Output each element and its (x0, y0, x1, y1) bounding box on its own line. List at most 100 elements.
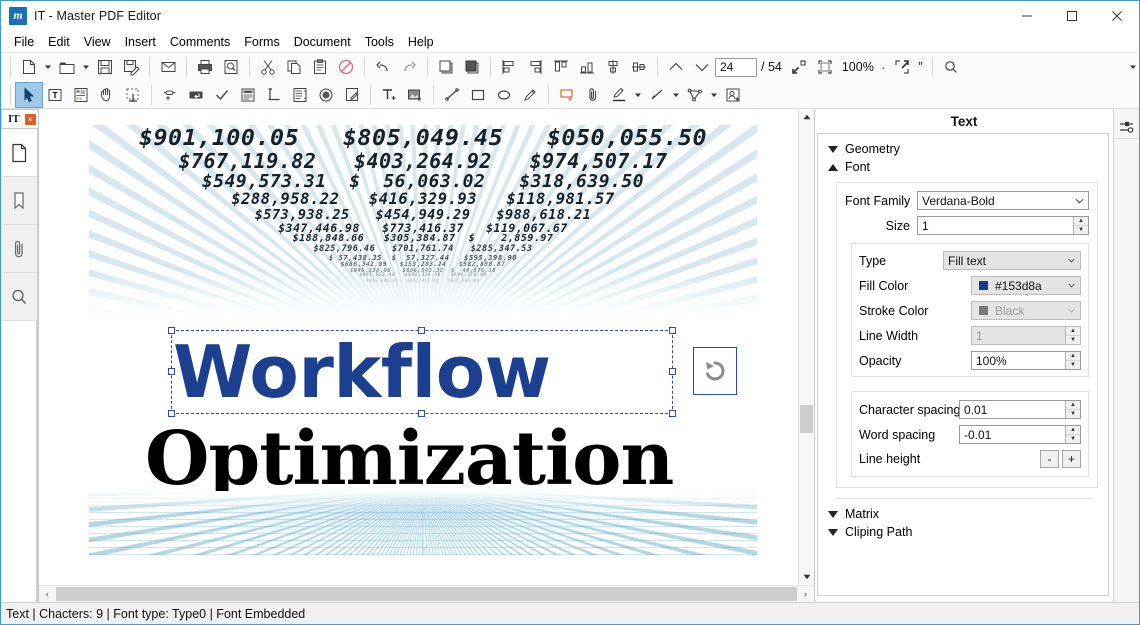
rotate-handle-button[interactable] (693, 347, 737, 395)
stepper-up-icon[interactable]: ▲ (1066, 426, 1080, 435)
zoom-level-label[interactable]: 100% (838, 60, 878, 74)
stepper-down-icon[interactable]: ▼ (1066, 360, 1080, 369)
previous-page-icon[interactable] (663, 55, 689, 79)
arrow-icon[interactable] (644, 83, 670, 107)
vertical-scroll-thumb[interactable] (800, 405, 813, 433)
radio-button-icon[interactable] (313, 83, 339, 107)
checkbox-field-icon[interactable] (209, 83, 235, 107)
text-box-icon[interactable] (554, 83, 580, 107)
highlight-dropdown-icon[interactable] (632, 83, 644, 107)
fullscreen-icon[interactable] (889, 55, 915, 79)
print-icon[interactable] (192, 55, 218, 79)
close-button[interactable] (1094, 1, 1139, 31)
pdf-page[interactable]: $901,100.05 $805,049.45 $050,055.50 $767… (89, 125, 757, 555)
open-dropdown-icon[interactable] (80, 55, 92, 79)
line-height-increase-button[interactable]: + (1062, 450, 1081, 468)
character-spacing-stepper[interactable]: ▲ ▼ (1065, 401, 1080, 418)
headline-optimization[interactable]: Optimization (145, 417, 674, 501)
ellipse-icon[interactable] (491, 83, 517, 107)
link-icon[interactable] (157, 83, 183, 107)
toolbar-overflow-icon[interactable] (1127, 55, 1139, 79)
section-font[interactable]: Font (818, 158, 1108, 176)
line-icon[interactable] (439, 83, 465, 107)
scroll-up-arrow[interactable] (799, 109, 815, 125)
quote-button[interactable]: ” (915, 60, 927, 74)
font-size-stepper[interactable]: ▲ ▼ (1073, 217, 1088, 234)
character-spacing-spinbox[interactable]: 0.01 ▲ ▼ (959, 400, 1081, 419)
vertical-scrollbar[interactable] (798, 109, 814, 585)
align-center-horizontal-icon[interactable] (626, 55, 652, 79)
menu-help[interactable]: Help (401, 33, 441, 51)
next-page-icon[interactable] (689, 55, 715, 79)
polygon-dropdown-icon[interactable] (708, 83, 720, 107)
add-image-icon[interactable] (402, 83, 428, 107)
menu-file[interactable]: File (7, 33, 41, 51)
type-combobox[interactable]: Fill text (943, 251, 1081, 270)
scroll-left-arrow[interactable]: ‹ (39, 586, 56, 603)
snapshot-icon[interactable] (120, 83, 146, 107)
menu-forms[interactable]: Forms (237, 33, 286, 51)
opacity-spinbox[interactable]: 100% ▲ ▼ (971, 351, 1081, 370)
chevron-down-icon[interactable] (1071, 192, 1088, 209)
new-document-dropdown-icon[interactable] (42, 55, 54, 79)
undo-icon[interactable] (370, 55, 396, 79)
align-top-icon[interactable] (548, 55, 574, 79)
hand-tool-icon[interactable] (94, 83, 120, 107)
align-right-icon[interactable] (522, 55, 548, 79)
pencil-icon[interactable] (517, 83, 543, 107)
stepper-down-icon[interactable]: ▼ (1074, 225, 1088, 234)
add-text-icon[interactable] (376, 83, 402, 107)
menu-insert[interactable]: Insert (118, 33, 163, 51)
menu-comments[interactable]: Comments (163, 33, 237, 51)
font-family-combobox[interactable]: Verdana-Bold (917, 191, 1089, 210)
zoom-fit-width-icon[interactable] (812, 55, 838, 79)
stamp-icon[interactable] (720, 83, 746, 107)
page-canvas[interactable]: $901,100.05 $805,049.45 $050,055.50 $767… (39, 109, 798, 585)
sidebar-item-attachments[interactable] (1, 225, 37, 273)
zoom-fit-page-icon[interactable] (786, 55, 812, 79)
align-center-vertical-icon[interactable] (600, 55, 626, 79)
scroll-right-arrow[interactable]: › (797, 586, 814, 603)
print-preview-icon[interactable] (218, 55, 244, 79)
stepper-up-icon[interactable]: ▲ (1066, 352, 1080, 361)
sidebar-item-search[interactable] (1, 273, 37, 321)
maximize-button[interactable] (1049, 1, 1094, 31)
polygon-icon[interactable] (682, 83, 708, 107)
font-size-spinbox[interactable]: 1 ▲ ▼ (917, 216, 1089, 235)
stepper-down-icon[interactable]: ▼ (1066, 434, 1080, 443)
select-tool-icon[interactable] (15, 81, 43, 108)
minimize-button[interactable] (1004, 1, 1049, 31)
bring-to-front-icon[interactable] (433, 55, 459, 79)
delete-icon[interactable] (333, 55, 359, 79)
document-tab-close-icon[interactable]: × (24, 113, 36, 125)
chevron-down-icon[interactable] (1063, 252, 1080, 269)
text-field-icon[interactable] (183, 83, 209, 107)
edit-text-icon[interactable] (42, 83, 68, 107)
copy-icon[interactable] (281, 55, 307, 79)
word-spacing-stepper[interactable]: ▲ ▼ (1065, 426, 1080, 443)
new-document-icon[interactable] (16, 55, 42, 79)
email-icon[interactable] (155, 55, 181, 79)
send-to-back-icon[interactable] (459, 55, 485, 79)
stepper-down-icon[interactable]: ▼ (1066, 409, 1080, 418)
paste-icon[interactable] (307, 55, 333, 79)
note-icon[interactable] (339, 83, 365, 107)
menu-view[interactable]: View (77, 33, 118, 51)
headline-workflow[interactable]: Workflow (173, 333, 671, 411)
sidebar-item-pages[interactable] (1, 129, 37, 177)
scroll-down-arrow[interactable] (799, 569, 815, 585)
section-geometry[interactable]: Geometry (818, 140, 1108, 158)
combo-box-icon[interactable] (287, 83, 313, 107)
properties-sliders-button[interactable] (1114, 115, 1139, 139)
align-left-icon[interactable] (496, 55, 522, 79)
redo-icon[interactable] (396, 55, 422, 79)
arrow-dropdown-icon[interactable] (670, 83, 682, 107)
highlight-icon[interactable] (606, 83, 632, 107)
menu-tools[interactable]: Tools (358, 33, 401, 51)
word-spacing-spinbox[interactable]: -0.01 ▲ ▼ (959, 425, 1081, 444)
cut-icon[interactable] (255, 55, 281, 79)
fill-color-combobox[interactable]: #153d8a (971, 276, 1081, 295)
chevron-down-icon[interactable] (1063, 277, 1080, 294)
horizontal-scroll-thumb[interactable] (56, 587, 797, 601)
sidebar-item-bookmarks[interactable] (1, 177, 37, 225)
